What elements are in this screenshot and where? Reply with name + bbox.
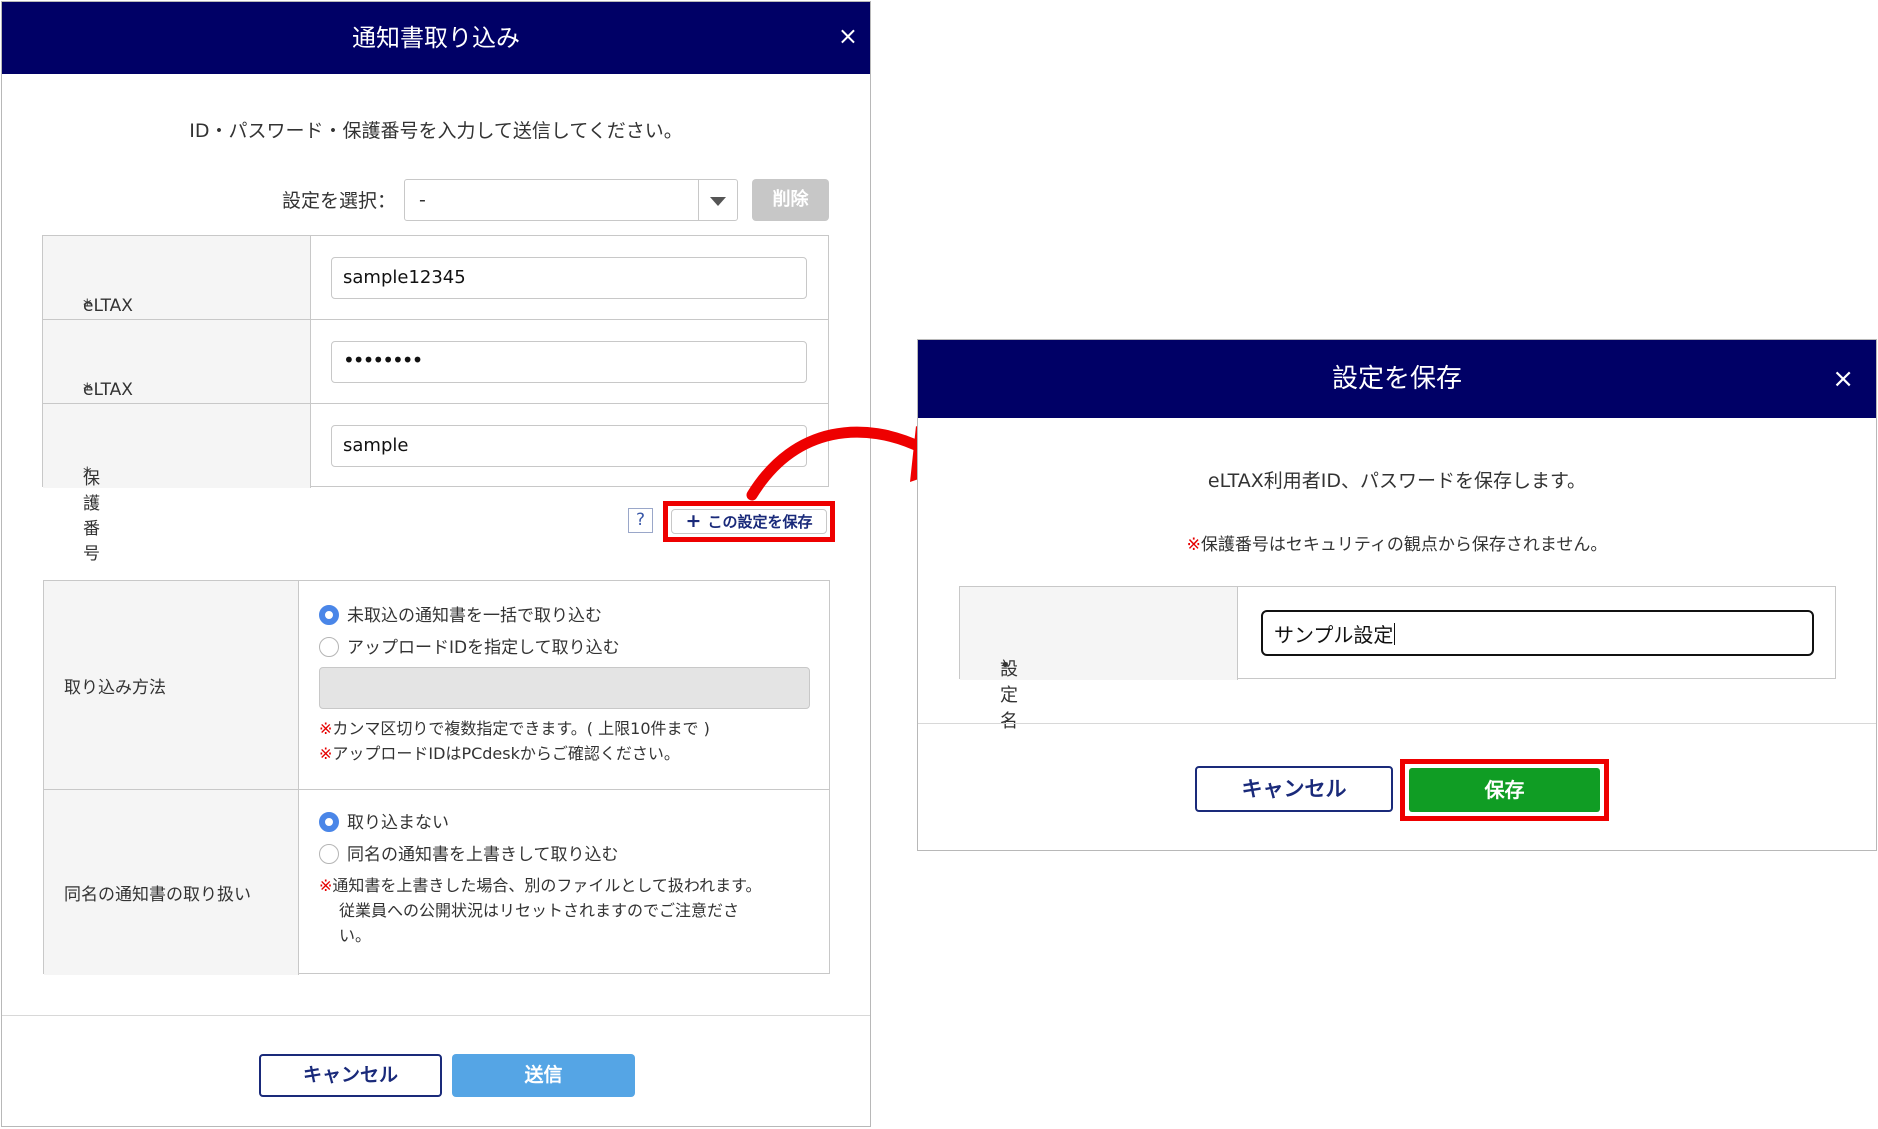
field-label-cell: 取り込み方法 <box>44 581 299 789</box>
import-method-label: 取り込み方法 <box>64 678 166 698</box>
field-label-cell: • 設定名 <box>960 587 1238 732</box>
save-dialog-header: 設定を保存 <box>918 340 1876 418</box>
chevron-down-icon[interactable] <box>710 197 726 206</box>
field-label-cell: * 保護番号 <box>43 404 311 564</box>
save-setting-dialog: 設定を保存 × eLTAX利用者ID、パスワードを保存します。 ※保護番号はセキ… <box>917 339 1877 851</box>
save-instruction: eLTAX利用者ID、パスワードを保存します。 <box>1207 470 1587 492</box>
help-icon[interactable]: ? <box>628 508 653 533</box>
table-row: *eLTAX利用者ID sample12345 <box>43 236 828 366</box>
send-button[interactable]: 送信 <box>452 1054 635 1097</box>
radio-selected-icon[interactable] <box>319 605 339 625</box>
field-label-cell: 同名の通知書の取り扱い <box>44 790 299 975</box>
table-row: • 設定名 サンプル設定 <box>960 587 1835 732</box>
text-cursor <box>1394 623 1396 645</box>
radio-import-all[interactable]: 未取込の通知書を一括で取り込む <box>319 601 602 626</box>
radio-skip-label: 取り込まない <box>347 813 449 833</box>
preset-select-value: - <box>419 189 426 211</box>
field-label-cell: *eLTAX利用者ID <box>43 236 311 366</box>
credentials-table: *eLTAX利用者ID sample12345 *eLTAXのパスワード •••… <box>42 235 829 564</box>
preset-select-label: 設定を選択： <box>282 190 397 212</box>
eltax-id-input[interactable]: sample12345 <box>331 257 807 299</box>
import-dialog-header: 通知書取り込み <box>2 2 870 74</box>
radio-overwrite-label: 同名の通知書を上書きして取り込む <box>347 845 619 865</box>
cancel-button[interactable]: キャンセル <box>1195 766 1393 812</box>
setting-name-table: • 設定名 サンプル設定 <box>959 586 1836 732</box>
cancel-button[interactable]: キャンセル <box>259 1054 442 1097</box>
radio-import-by-id[interactable]: アップロードIDを指定して取り込む <box>319 633 620 658</box>
table-row: *eLTAXのパスワード •••••••• <box>43 320 828 475</box>
options-table: 取り込み方法 未取込の通知書を一括で取り込む アップロードIDを指定して取り込む… <box>43 580 830 975</box>
plus-icon: + <box>685 510 702 532</box>
footer-divider <box>2 1015 870 1016</box>
close-icon[interactable]: × <box>1832 366 1854 392</box>
import-dialog-title: 通知書取り込み <box>352 24 520 52</box>
table-row: * 保護番号 sample <box>43 404 828 564</box>
radio-unselected-icon[interactable] <box>319 637 339 657</box>
setting-name-label: 設定名 <box>1000 659 1018 732</box>
protection-number-label: 保護番号 <box>83 469 100 564</box>
overwrite-note: ※通知書を上書きした場合、別のファイルとして扱われます。 従業員への公開状況はリ… <box>319 876 762 945</box>
radio-skip[interactable]: 取り込まない <box>319 808 449 833</box>
setting-name-input[interactable]: サンプル設定 <box>1261 610 1814 656</box>
protection-number-input[interactable]: sample <box>331 425 807 467</box>
select-divider <box>698 180 699 220</box>
delete-button[interactable]: 削除 <box>752 179 829 221</box>
same-name-handling-label: 同名の通知書の取り扱い <box>64 885 251 905</box>
save-warning: ※保護番号はセキュリティの観点から保存されません。 <box>1186 535 1608 555</box>
save-dialog-title: 設定を保存 <box>1331 364 1462 394</box>
eltax-password-input[interactable]: •••••••• <box>331 341 807 383</box>
footer-divider <box>918 723 1876 724</box>
radio-import-by-id-label: アップロードIDを指定して取り込む <box>347 638 620 658</box>
import-instruction: ID・パスワード・保護番号を入力して送信してください。 <box>189 120 683 142</box>
preset-select[interactable]: - <box>404 179 738 221</box>
save-button-highlight: 保存 <box>1400 759 1609 821</box>
radio-unselected-icon[interactable] <box>319 844 339 864</box>
import-dialog: 通知書取り込み × ID・パスワード・保護番号を入力して送信してください。 設定… <box>1 1 871 1127</box>
upload-id-notes: ※カンマ区切りで複数指定できます。( 上限10件まで ) ※アップロードIDはP… <box>319 719 710 763</box>
save-button[interactable]: 保存 <box>1409 768 1600 812</box>
radio-selected-icon[interactable] <box>319 812 339 832</box>
table-row: 取り込み方法 未取込の通知書を一括で取り込む アップロードIDを指定して取り込む… <box>44 581 829 790</box>
radio-import-all-label: 未取込の通知書を一括で取り込む <box>347 606 602 626</box>
table-row: 同名の通知書の取り扱い 取り込まない 同名の通知書を上書きして取り込む ※通知書… <box>44 790 829 975</box>
field-label-cell: *eLTAXのパスワード <box>43 320 311 475</box>
close-icon[interactable]: × <box>838 24 858 48</box>
radio-overwrite[interactable]: 同名の通知書を上書きして取り込む <box>319 840 619 865</box>
upload-id-input <box>319 667 810 709</box>
